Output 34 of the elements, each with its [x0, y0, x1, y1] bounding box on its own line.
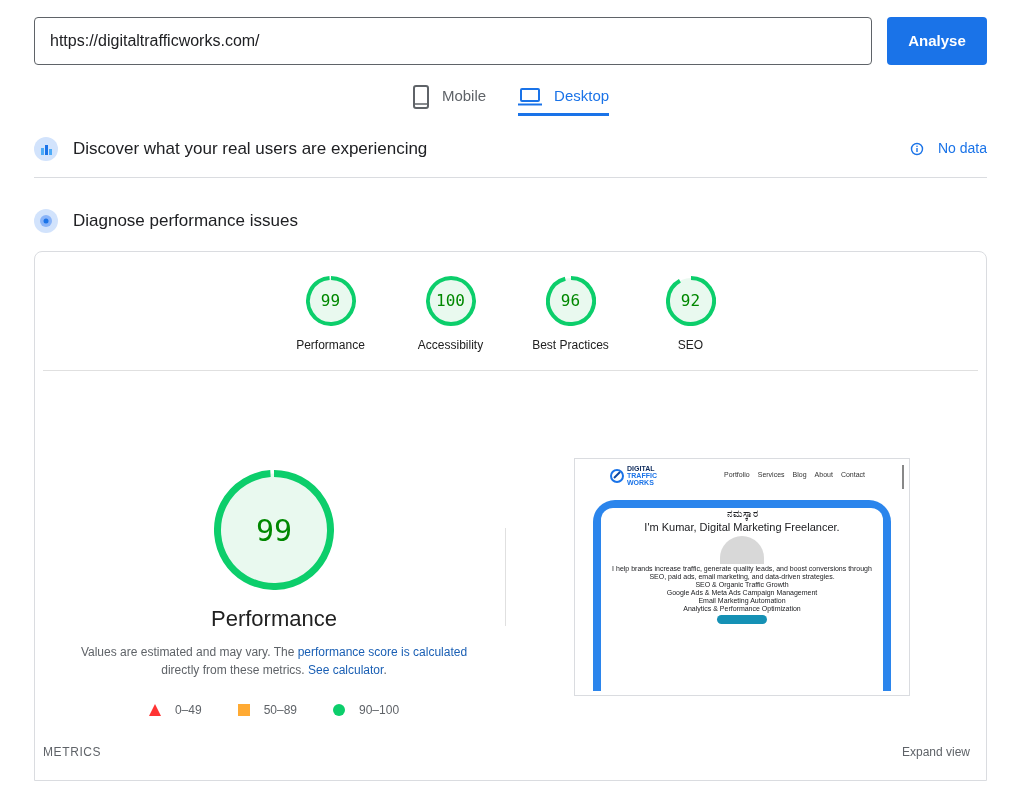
analyse-button[interactable]: Analyse: [887, 17, 987, 65]
score-value: 99: [255, 511, 293, 550]
score-note: Values are estimated and may vary. The performance score is calculated directly from these metrics. See calculator.: [79, 644, 469, 679]
photo-placeholder: [720, 536, 764, 564]
gauge-badge-icon: [34, 209, 58, 233]
legend-label: 0–49: [174, 702, 202, 719]
expand-view-link[interactable]: Expand view: [901, 743, 970, 761]
score-value: 100: [436, 290, 465, 312]
score-value: 96: [560, 290, 581, 312]
category-label[interactable]: Accessibility: [417, 336, 484, 354]
score-value: 92: [680, 290, 701, 312]
category-label[interactable]: Best Practices: [532, 336, 609, 354]
info-icon: [909, 141, 924, 156]
legend-label: 50–89: [263, 702, 297, 719]
legend-label: 90–100: [359, 702, 400, 719]
phone-icon: [411, 84, 430, 109]
category-label[interactable]: Performance: [296, 336, 365, 354]
headline: I'm Kumar, Digital Marketing Freelancer.: [644, 521, 840, 534]
section-title: Diagnose performance issues: [73, 210, 298, 233]
calculator-link[interactable]: See calculator: [308, 663, 384, 677]
url-field[interactable]: https://digitaltrafficworks.com/: [34, 17, 872, 65]
laptop-icon: [518, 87, 543, 106]
chart-badge-icon: [34, 136, 58, 161]
greeting-text: ನಮಸ್ಕಾರ: [726, 508, 758, 520]
logo-icon: [609, 467, 625, 484]
no-data-link[interactable]: No data: [937, 138, 987, 159]
score-title: Performance: [211, 605, 337, 633]
device-tab[interactable]: Mobile: [411, 80, 487, 116]
metrics-heading: METRICS: [43, 744, 102, 761]
score-value: 99: [320, 290, 341, 312]
category-label[interactable]: SEO: [677, 336, 704, 354]
device-tab[interactable]: Desktop: [518, 80, 610, 116]
section-title: Discover what your real users are experiencing: [73, 137, 429, 160]
score-link[interactable]: performance score is calculated: [297, 645, 468, 659]
